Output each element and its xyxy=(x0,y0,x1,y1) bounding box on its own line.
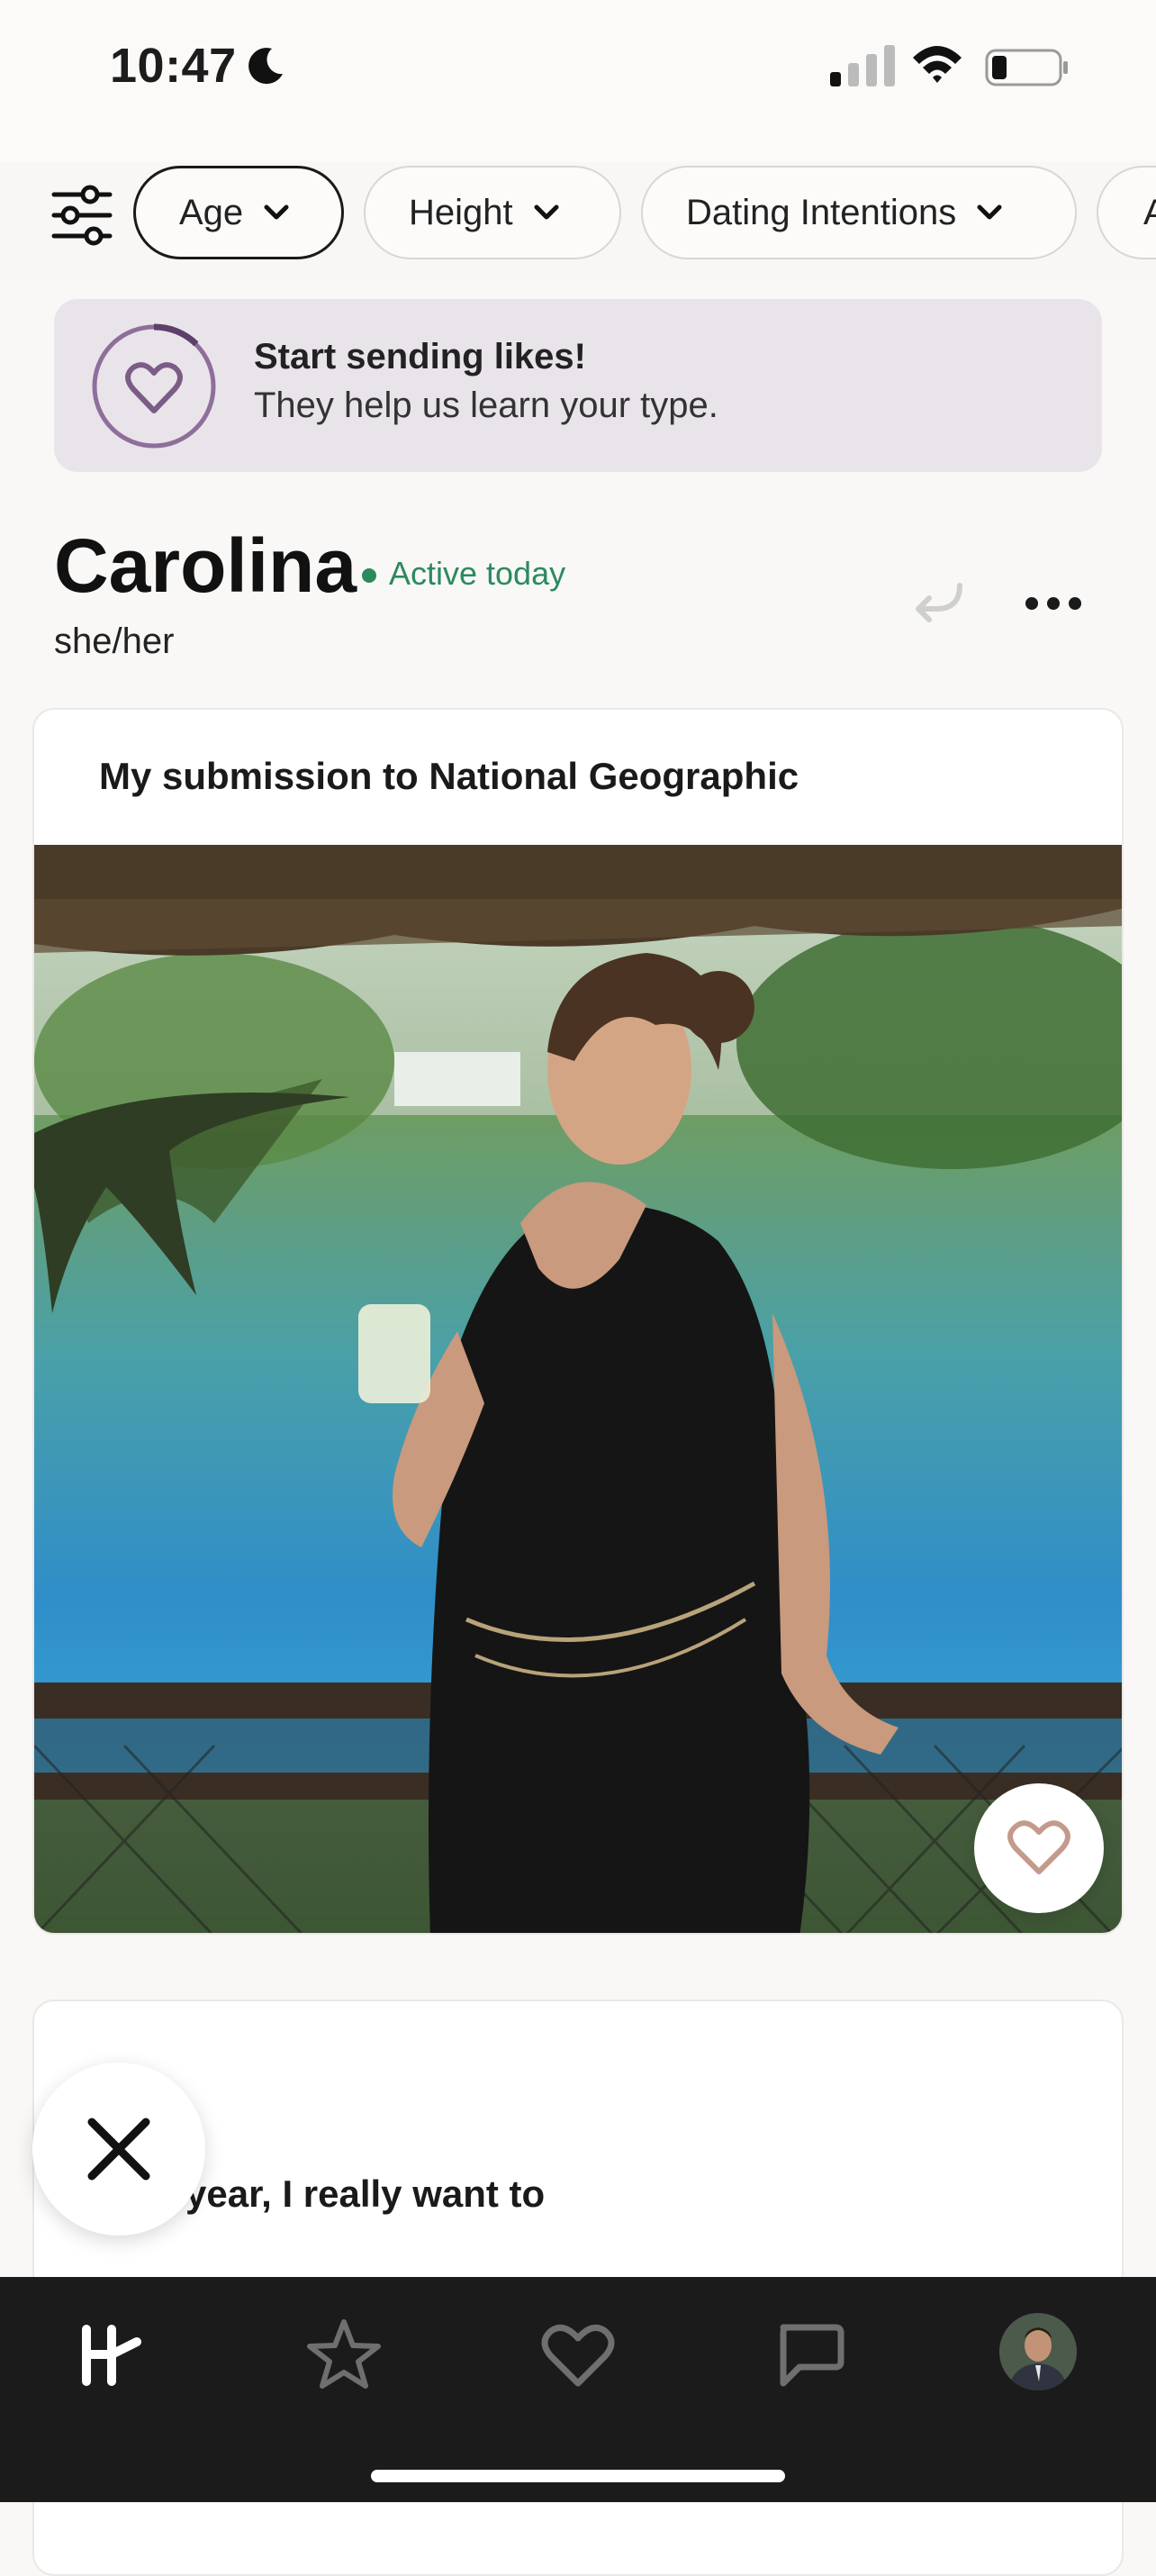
nav-matches[interactable] xyxy=(763,2309,853,2399)
cellular-signal-icon xyxy=(830,45,895,86)
standouts-star-icon xyxy=(307,2319,381,2389)
undo-icon[interactable] xyxy=(909,576,969,630)
filter-chip-label: A xyxy=(1143,192,1156,232)
status-time: 10:47 xyxy=(110,39,237,93)
filter-chip-label: Height xyxy=(409,192,513,232)
battery-icon xyxy=(985,49,1068,86)
likes-heart-icon xyxy=(541,2324,615,2387)
filter-chip-label: Dating Intentions xyxy=(686,192,957,232)
more-icon[interactable] xyxy=(1023,591,1084,616)
bottom-nav xyxy=(0,2277,1156,2502)
close-icon xyxy=(87,2118,150,2181)
chevron-down-icon xyxy=(534,204,559,220)
skip-button[interactable] xyxy=(32,2063,205,2236)
nav-discover[interactable] xyxy=(70,2309,160,2399)
filter-chip-age[interactable]: Age xyxy=(133,166,344,259)
filter-chip-height[interactable]: Height xyxy=(364,166,621,259)
photo-caption: My submission to National Geographic xyxy=(99,755,799,797)
discover-logo-icon xyxy=(82,2325,141,2386)
active-status: Active today xyxy=(389,555,566,592)
banner-subtitle: They help us learn your type. xyxy=(254,385,718,425)
profile-avatar[interactable] xyxy=(999,2313,1077,2390)
home-indicator[interactable] xyxy=(371,2470,785,2482)
heart-icon xyxy=(1007,1820,1070,1874)
moon-icon xyxy=(248,48,283,85)
prompt-answer: year, I really want to xyxy=(185,2172,546,2215)
wifi-icon xyxy=(913,46,962,83)
heart-progress-icon xyxy=(92,323,216,449)
profile-name: Carolina xyxy=(54,523,357,608)
filter-bar: Age Height Dating Intentions A xyxy=(0,162,1156,281)
status-bar: 10:47 xyxy=(0,0,1156,162)
nav-likes[interactable] xyxy=(533,2309,623,2399)
start-sending-likes-banner[interactable]: Start sending likes! They help us learn … xyxy=(54,299,1102,472)
filter-chip-label: Age xyxy=(179,192,244,232)
banner-title: Start sending likes! xyxy=(254,337,586,376)
like-photo-button[interactable] xyxy=(974,1783,1104,1913)
chevron-down-icon xyxy=(977,204,1002,220)
nav-standouts[interactable] xyxy=(299,2309,389,2399)
matches-chat-icon xyxy=(780,2324,844,2387)
active-status-dot xyxy=(362,568,376,583)
filter-sliders-icon[interactable] xyxy=(50,184,113,247)
filter-chip-more[interactable]: A xyxy=(1097,166,1156,259)
profile-photo-card: My submission to National Geographic xyxy=(32,708,1124,1935)
filter-chip-dating-intentions[interactable]: Dating Intentions xyxy=(641,166,1077,259)
chevron-down-icon xyxy=(264,204,289,220)
profile-pronouns: she/her xyxy=(54,621,175,661)
profile-photo[interactable] xyxy=(34,845,1122,1933)
